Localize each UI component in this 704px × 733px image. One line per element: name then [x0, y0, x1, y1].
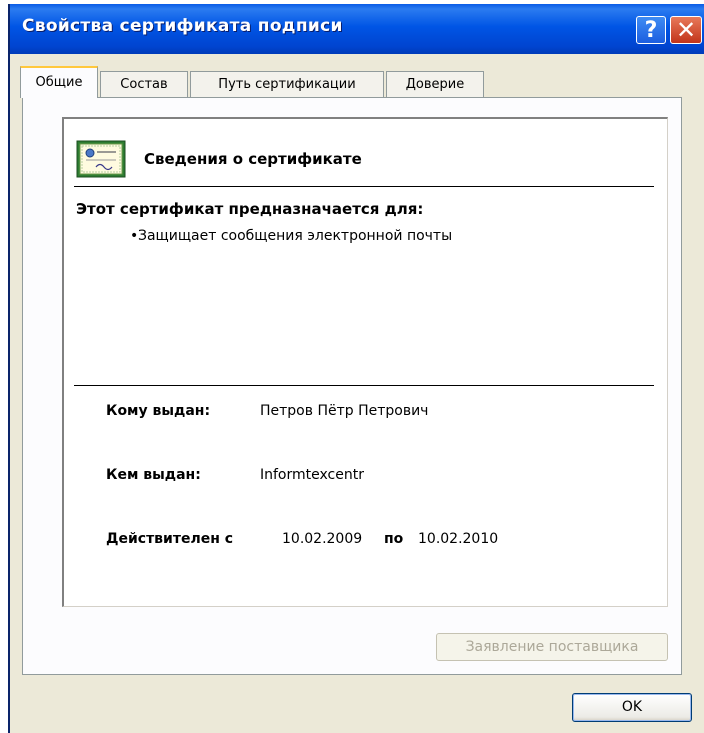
tab-trust[interactable]: Доверие — [386, 71, 484, 97]
window-title: Свойства сертификата подписи — [22, 16, 343, 36]
section-heading: Сведения о сертификате — [144, 150, 362, 168]
close-button[interactable]: ✕ — [670, 16, 702, 44]
valid-to-value: 10.02.2010 — [418, 531, 499, 547]
bullet: • — [130, 228, 139, 244]
help-button[interactable]: ? — [636, 16, 666, 44]
issued-by-value: Informtexcentr — [260, 467, 364, 483]
purpose-list-item: •Защищает сообщения электронной почты — [130, 228, 452, 244]
valid-from-value: 10.02.2009 — [282, 531, 363, 547]
valid-from-label: Действителен с — [106, 531, 234, 547]
divider — [74, 186, 654, 187]
tab-label: Путь сертификации — [218, 77, 356, 92]
issued-to-label: Кому выдан: — [106, 403, 211, 419]
tab-label: Доверие — [405, 77, 465, 92]
ok-button[interactable]: OK — [572, 693, 692, 722]
purpose-text: Защищает сообщения электронной почты — [138, 228, 453, 244]
tab-details[interactable]: Состав — [100, 71, 188, 97]
valid-to-label: по — [384, 531, 404, 547]
tab-certification-path[interactable]: Путь сертификации — [190, 71, 384, 97]
close-icon: ✕ — [675, 16, 697, 44]
help-icon: ? — [644, 18, 658, 43]
vendor-statement-button[interactable]: Заявление поставщика — [436, 633, 668, 661]
certificate-icon — [76, 140, 126, 178]
tab-label: Общие — [35, 75, 83, 90]
tab-label: Состав — [120, 77, 168, 92]
tab-general[interactable]: Общие — [20, 66, 98, 98]
issued-to-value: Петров Пётр Петрович — [260, 403, 429, 419]
purpose-title: Этот сертификат предназначается для: — [76, 200, 424, 218]
divider — [74, 385, 654, 386]
title-bar[interactable]: Свойства сертификата подписи ? ✕ — [10, 4, 704, 54]
issued-by-label: Кем выдан: — [106, 467, 201, 483]
